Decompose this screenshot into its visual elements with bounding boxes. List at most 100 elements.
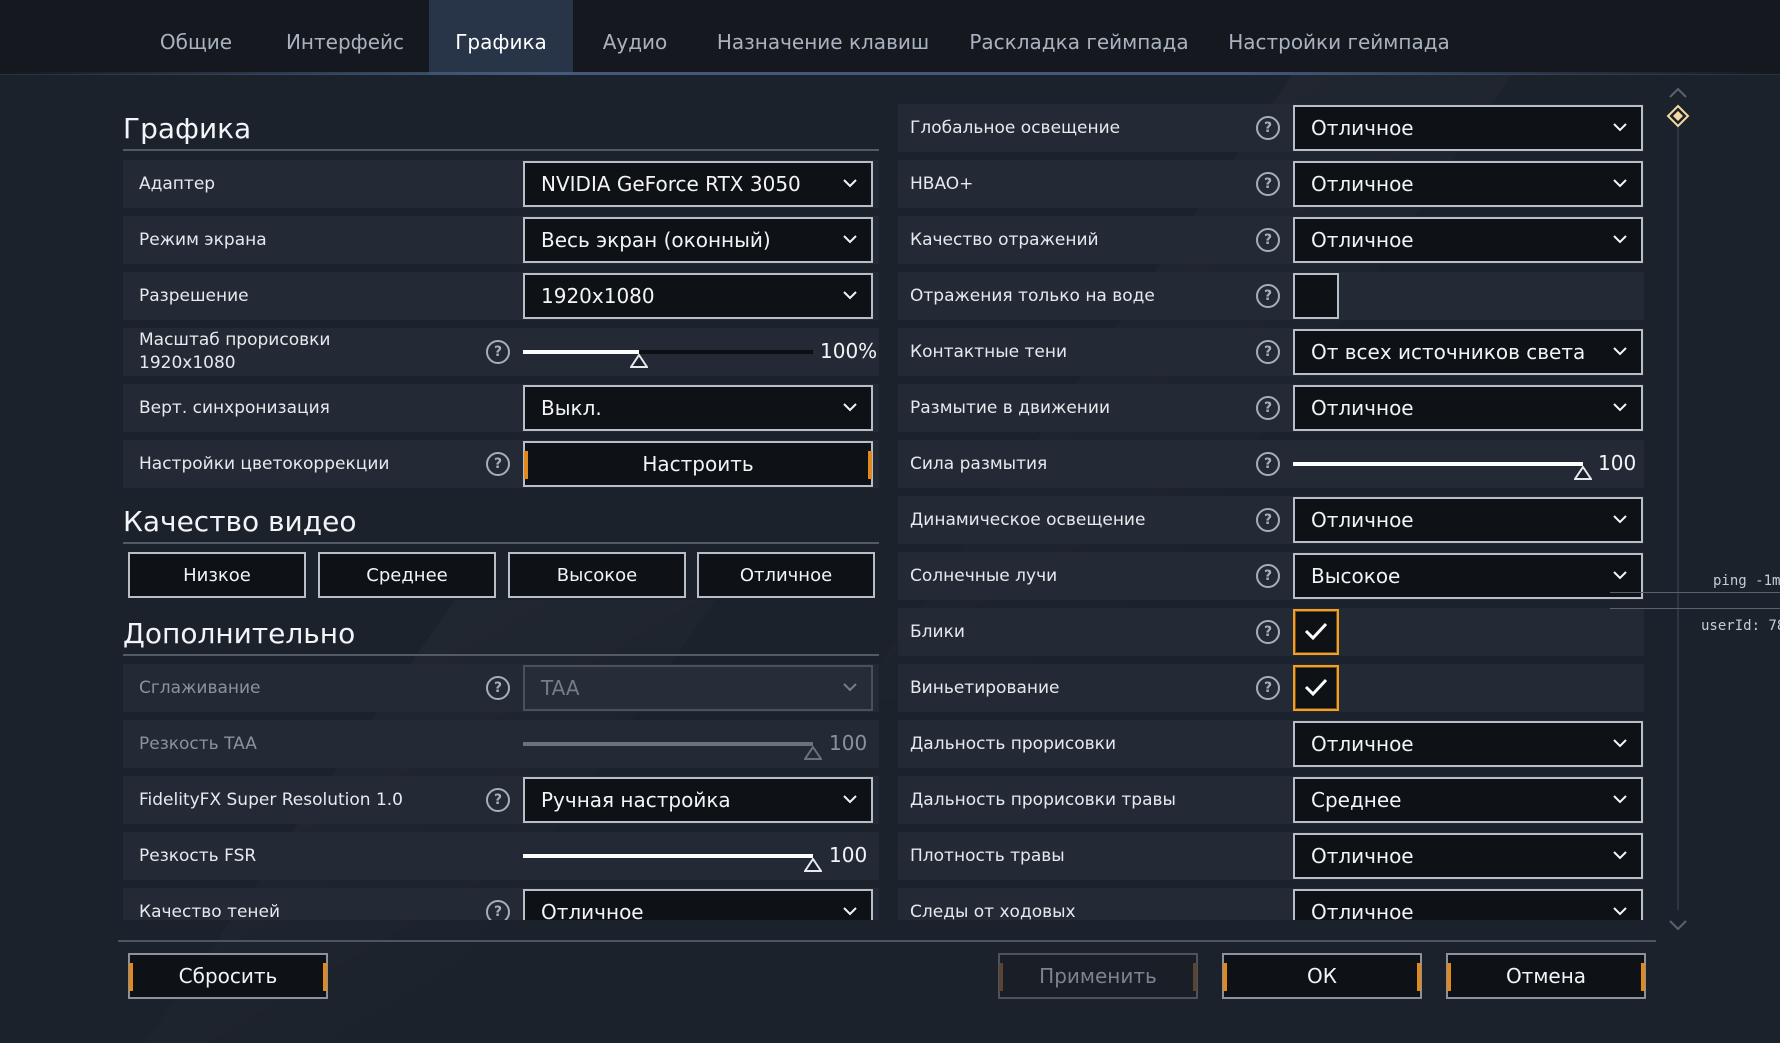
section-divider	[123, 149, 879, 151]
dropdown-value: Отличное	[1311, 116, 1414, 140]
setting-row-global-illumination: Глобальное освещение ? Отличное	[898, 104, 1644, 152]
help-icon[interactable]: ?	[1256, 116, 1280, 140]
help-icon[interactable]: ?	[486, 788, 510, 812]
help-icon[interactable]: ?	[486, 676, 510, 700]
adapter-dropdown[interactable]: NVIDIA GeForce RTX 3050	[523, 161, 873, 207]
scroll-up-icon[interactable]	[1668, 86, 1688, 100]
contact-shadows-dropdown[interactable]: От всех источников света	[1293, 329, 1643, 375]
dropdown-value: Выкл.	[541, 396, 602, 420]
slider-thumb-icon[interactable]	[1574, 466, 1592, 480]
scroll-clip: Качество теней ? Отличное	[123, 888, 879, 920]
dropdown-value: TAA	[541, 676, 580, 700]
setting-row-sun-rays: Солнечные лучи ? Высокое	[898, 552, 1644, 600]
tab-gamepad-settings[interactable]: Настройки геймпада	[1224, 0, 1454, 74]
dropdown-value: Высокое	[1311, 564, 1401, 588]
global-illumination-dropdown[interactable]: Отличное	[1293, 105, 1643, 151]
setting-row-adapter: Адаптер NVIDIA GeForce RTX 3050	[123, 160, 879, 208]
chevron-down-icon	[1613, 235, 1627, 244]
setting-label: Адаптер	[139, 173, 216, 194]
button-label: ОК	[1307, 964, 1337, 988]
grass-density-dropdown[interactable]: Отличное	[1293, 833, 1643, 879]
glare-checkbox[interactable]	[1293, 609, 1339, 655]
scrollbar-thumb-icon[interactable]	[1666, 104, 1690, 128]
tab-key-bindings[interactable]: Назначение клавиш	[712, 0, 934, 74]
setting-row-color-correction: Настройки цветокоррекции ? Настроить	[123, 440, 879, 488]
setting-label: Разрешение	[139, 285, 249, 306]
preset-low-button[interactable]: Низкое	[128, 552, 306, 598]
grass-distance-dropdown[interactable]: Среднее	[1293, 777, 1643, 823]
dropdown-value: NVIDIA GeForce RTX 3050	[541, 172, 801, 196]
preset-high-button[interactable]: Высокое	[508, 552, 686, 598]
fsr-dropdown[interactable]: Ручная настройка	[523, 777, 873, 823]
setting-row-contact-shadows: Контактные тени ? От всех источников све…	[898, 328, 1644, 376]
scroll-clip: Следы от ходовых Отличное	[898, 888, 1644, 920]
setting-row-screen-mode: Режим экрана Весь экран (оконный)	[123, 216, 879, 264]
setting-label: Резкость TAA	[139, 733, 257, 754]
help-icon[interactable]: ?	[1256, 508, 1280, 532]
help-icon[interactable]: ?	[1256, 284, 1280, 308]
help-icon[interactable]: ?	[1256, 340, 1280, 364]
setting-row-render-scale: Масштаб прорисовки 1920x1080 ? 100%	[123, 328, 879, 376]
slider-thumb-icon[interactable]	[630, 354, 648, 368]
vignette-checkbox[interactable]	[1293, 665, 1339, 711]
help-icon[interactable]: ?	[1256, 172, 1280, 196]
render-scale-slider[interactable]	[523, 350, 813, 368]
tab-gamepad-layout[interactable]: Раскладка геймпада	[966, 0, 1192, 74]
motion-blur-dropdown[interactable]: Отличное	[1293, 385, 1643, 431]
setting-row-vsync: Верт. синхронизация Выкл.	[123, 384, 879, 432]
setting-label-line: 1920x1080	[139, 353, 236, 373]
cancel-button[interactable]: Отмена	[1446, 953, 1646, 999]
section-title-additional: Дополнительно	[123, 617, 356, 650]
chevron-down-icon	[843, 403, 857, 412]
setting-label: Отражения только на воде	[910, 285, 1155, 306]
reset-button[interactable]: Сбросить	[128, 953, 328, 999]
hbao-dropdown[interactable]: Отличное	[1293, 161, 1643, 207]
help-icon[interactable]: ?	[1256, 396, 1280, 420]
help-icon[interactable]: ?	[486, 340, 510, 364]
help-icon[interactable]: ?	[1256, 620, 1280, 644]
ok-button[interactable]: ОК	[1222, 953, 1422, 999]
blur-strength-slider[interactable]	[1293, 462, 1592, 480]
shadow-quality-dropdown[interactable]: Отличное	[523, 889, 873, 920]
help-icon[interactable]: ?	[486, 452, 510, 476]
help-icon[interactable]: ?	[1256, 452, 1280, 476]
chevron-down-icon	[1613, 347, 1627, 356]
chevron-down-icon	[843, 683, 857, 692]
slider-value: 100%	[820, 339, 878, 363]
slider-value: 100	[1598, 451, 1637, 475]
help-icon[interactable]: ?	[1256, 228, 1280, 252]
fsr-sharpness-slider[interactable]	[523, 854, 822, 872]
chevron-down-icon	[843, 907, 857, 916]
setting-row-glare: Блики ?	[898, 608, 1644, 656]
chevron-down-icon	[843, 179, 857, 188]
apply-button[interactable]: Применить	[998, 953, 1198, 999]
water-reflections-checkbox[interactable]	[1293, 273, 1339, 319]
dropdown-value: Отличное	[1311, 732, 1414, 756]
slider-thumb-icon[interactable]	[804, 858, 822, 872]
help-icon[interactable]: ?	[486, 900, 510, 920]
section-title-video-quality: Качество видео	[123, 505, 357, 538]
draw-distance-dropdown[interactable]: Отличное	[1293, 721, 1643, 767]
chevron-down-icon	[1613, 179, 1627, 188]
tab-interface[interactable]: Интерфейс	[272, 0, 418, 74]
setting-row-grass-distance: Дальность прорисовки травы Среднее	[898, 776, 1644, 824]
vsync-dropdown[interactable]: Выкл.	[523, 385, 873, 431]
help-icon[interactable]: ?	[1256, 564, 1280, 588]
tab-general[interactable]: Общие	[134, 0, 258, 74]
track-marks-dropdown[interactable]: Отличное	[1293, 889, 1643, 920]
scrollbar-track[interactable]	[1677, 110, 1679, 910]
configure-color-button[interactable]: Настроить	[523, 441, 873, 487]
preset-medium-button[interactable]: Среднее	[318, 552, 496, 598]
reflection-quality-dropdown[interactable]: Отличное	[1293, 217, 1643, 263]
help-icon[interactable]: ?	[1256, 676, 1280, 700]
screen-mode-dropdown[interactable]: Весь экран (оконный)	[523, 217, 873, 263]
setting-label: HBAO+	[910, 173, 974, 194]
dynamic-lighting-dropdown[interactable]: Отличное	[1293, 497, 1643, 543]
sun-rays-dropdown[interactable]: Высокое	[1293, 553, 1643, 599]
tab-graphics[interactable]: Графика	[429, 0, 573, 74]
scroll-down-icon[interactable]	[1668, 918, 1688, 932]
user-id-readout: userId: 786	[1701, 618, 1780, 634]
preset-ultra-button[interactable]: Отличное	[697, 552, 875, 598]
resolution-dropdown[interactable]: 1920x1080	[523, 273, 873, 319]
tab-audio[interactable]: Аудио	[586, 0, 684, 74]
